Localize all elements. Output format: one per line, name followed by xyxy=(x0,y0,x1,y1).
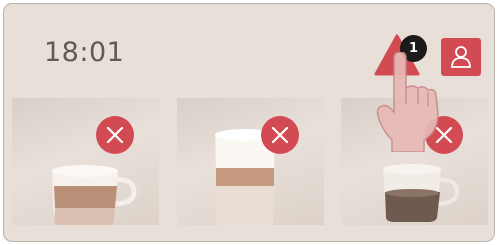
delete-button[interactable] xyxy=(261,116,299,154)
machine-screen: 18:01 1 xyxy=(3,3,495,242)
clock: 18:01 xyxy=(44,37,125,68)
drink-tile-coffee[interactable] xyxy=(341,98,488,225)
user-icon xyxy=(451,46,471,68)
user-profile-button[interactable] xyxy=(441,38,481,76)
delete-button[interactable] xyxy=(425,116,463,154)
coffee-image xyxy=(383,164,460,222)
warning-count: 1 xyxy=(408,41,419,56)
warning-count-badge: 1 xyxy=(400,35,427,62)
close-icon xyxy=(271,126,289,144)
delete-button[interactable] xyxy=(96,116,134,154)
close-icon xyxy=(106,126,124,144)
drink-tile-latte-macchiato[interactable] xyxy=(177,98,324,225)
close-icon xyxy=(435,126,453,144)
cappuccino-image xyxy=(52,165,137,225)
drink-tile-cappuccino[interactable] xyxy=(12,98,159,225)
